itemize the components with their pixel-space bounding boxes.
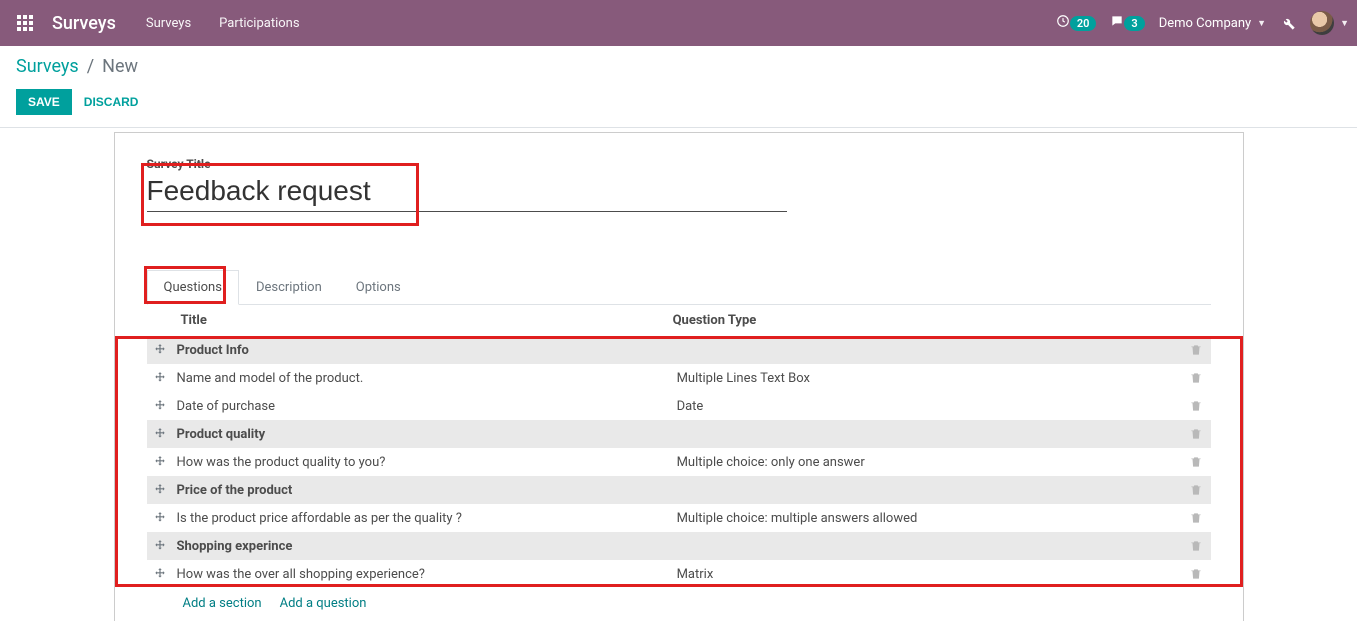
- chat-badge: 3: [1124, 16, 1144, 31]
- add-section-link[interactable]: Add a section: [183, 596, 262, 611]
- survey-title-input[interactable]: [147, 173, 787, 212]
- row-title: Is the product price affordable as per t…: [173, 504, 673, 532]
- question-row[interactable]: Is the product price affordable as per t…: [147, 504, 1211, 532]
- breadcrumb-root[interactable]: Surveys: [16, 56, 79, 77]
- row-title: Shopping experince: [173, 532, 673, 560]
- add-row-links: Add a section Add a question: [147, 588, 1211, 611]
- clock-icon: [1056, 14, 1070, 32]
- section-row[interactable]: Price of the product: [147, 476, 1211, 504]
- discard-button[interactable]: Discard: [84, 95, 139, 109]
- drag-handle-icon[interactable]: [153, 539, 167, 554]
- row-type: Matrix: [673, 560, 1181, 588]
- row-title: Date of purchase: [173, 392, 673, 420]
- question-row[interactable]: How was the product quality to you?Multi…: [147, 448, 1211, 476]
- questions-table: Title Question Type Product InfoName and…: [147, 305, 1211, 588]
- company-name: Demo Company: [1159, 16, 1251, 31]
- tab-questions[interactable]: Questions: [147, 270, 239, 305]
- row-type: Date: [673, 392, 1181, 420]
- question-row[interactable]: How was the over all shopping experience…: [147, 560, 1211, 588]
- form-actions: Save Discard: [16, 89, 1341, 115]
- nav-link-participations[interactable]: Participations: [207, 8, 311, 39]
- col-type: Question Type: [673, 305, 1181, 336]
- question-row[interactable]: Date of purchaseDate: [147, 392, 1211, 420]
- nav-menu: Surveys Participations: [134, 8, 312, 39]
- main-scroll[interactable]: Survey Title Questions Description Optio…: [0, 122, 1357, 621]
- row-title: Name and model of the product.: [173, 364, 673, 392]
- row-title: Product quality: [173, 420, 673, 448]
- delete-icon[interactable]: [1189, 343, 1203, 358]
- breadcrumb-current: New: [102, 56, 138, 77]
- delete-icon[interactable]: [1189, 427, 1203, 442]
- delete-icon[interactable]: [1189, 455, 1203, 470]
- caret-down-icon: ▼: [1340, 18, 1349, 29]
- save-button[interactable]: Save: [16, 89, 72, 115]
- form-sheet: Survey Title Questions Description Optio…: [114, 132, 1244, 621]
- delete-icon[interactable]: [1189, 539, 1203, 554]
- add-question-link[interactable]: Add a question: [280, 596, 367, 611]
- chat-icon: [1110, 14, 1124, 32]
- apps-icon[interactable]: [8, 6, 42, 40]
- section-row[interactable]: Product quality: [147, 420, 1211, 448]
- row-title: How was the over all shopping experience…: [173, 560, 673, 588]
- nav-link-surveys[interactable]: Surveys: [134, 8, 203, 39]
- col-title: Title: [173, 305, 673, 336]
- tab-description[interactable]: Description: [239, 270, 339, 304]
- row-type: Multiple choice: only one answer: [673, 448, 1181, 476]
- drag-handle-icon[interactable]: [153, 483, 167, 498]
- section-row[interactable]: Product Info: [147, 336, 1211, 364]
- delete-icon[interactable]: [1189, 371, 1203, 386]
- row-title: How was the product quality to you?: [173, 448, 673, 476]
- breadcrumb: Surveys / New: [16, 56, 1341, 77]
- question-row[interactable]: Name and model of the product.Multiple L…: [147, 364, 1211, 392]
- activity-badge: 20: [1070, 16, 1097, 31]
- messaging-indicator[interactable]: 3: [1110, 14, 1144, 32]
- drag-handle-icon[interactable]: [153, 567, 167, 582]
- row-type: Multiple Lines Text Box: [673, 364, 1181, 392]
- row-type: Multiple choice: multiple answers allowe…: [673, 504, 1181, 532]
- control-bar: Surveys / New Save Discard: [0, 46, 1357, 128]
- company-switcher[interactable]: Demo Company ▼: [1159, 16, 1266, 31]
- activity-indicator[interactable]: 20: [1056, 14, 1097, 32]
- row-type: [673, 336, 1181, 364]
- drag-handle-icon[interactable]: [153, 399, 167, 414]
- row-type: [673, 476, 1181, 504]
- navbar: Surveys Surveys Participations 20 3 Demo…: [0, 0, 1357, 46]
- row-type: [673, 420, 1181, 448]
- row-type: [673, 532, 1181, 560]
- drag-handle-icon[interactable]: [153, 427, 167, 442]
- row-title: Product Info: [173, 336, 673, 364]
- app-brand[interactable]: Surveys: [52, 13, 116, 34]
- delete-icon[interactable]: [1189, 483, 1203, 498]
- drag-handle-icon[interactable]: [153, 511, 167, 526]
- caret-down-icon: ▼: [1257, 18, 1266, 29]
- delete-icon[interactable]: [1189, 567, 1203, 582]
- delete-icon[interactable]: [1189, 399, 1203, 414]
- section-row[interactable]: Shopping experince: [147, 532, 1211, 560]
- row-title: Price of the product: [173, 476, 673, 504]
- nav-right: 20 3 Demo Company ▼ ▼: [1056, 11, 1349, 35]
- breadcrumb-sep: /: [87, 56, 94, 77]
- tab-bar: Questions Description Options: [147, 270, 1211, 305]
- tab-options[interactable]: Options: [339, 270, 418, 304]
- dev-tools-icon[interactable]: [1280, 15, 1296, 31]
- survey-title-label: Survey Title: [147, 157, 1211, 171]
- avatar: [1310, 11, 1334, 35]
- drag-handle-icon[interactable]: [153, 371, 167, 386]
- delete-icon[interactable]: [1189, 511, 1203, 526]
- drag-handle-icon[interactable]: [153, 343, 167, 358]
- user-menu[interactable]: ▼: [1310, 11, 1349, 35]
- drag-handle-icon[interactable]: [153, 455, 167, 470]
